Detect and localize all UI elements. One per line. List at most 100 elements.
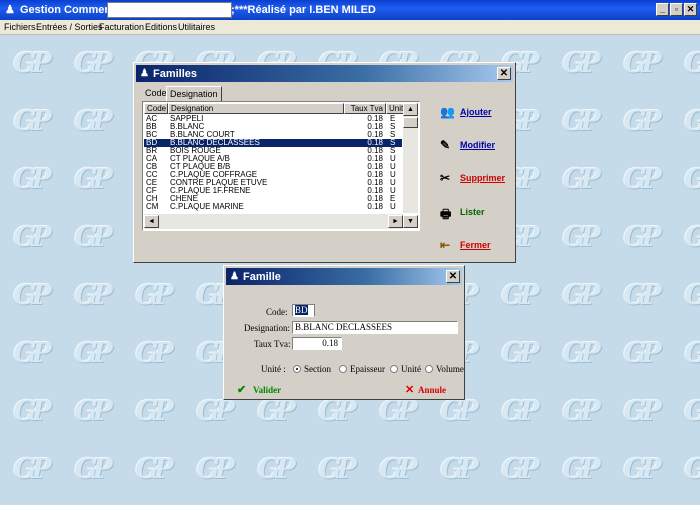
- desktop-tile: GP: [196, 454, 234, 485]
- desktop-tile: GP: [562, 454, 600, 485]
- desktop-tile: GP: [623, 280, 661, 311]
- familles-title-bar: ♟ Familles ✕: [136, 65, 513, 82]
- annule-label: Annule: [418, 385, 447, 395]
- radio-epaisseur[interactable]: [339, 365, 347, 373]
- desktop-tile: GP: [562, 106, 600, 137]
- minimize-button[interactable]: _: [656, 3, 669, 16]
- familles-window-icon: ♟: [140, 68, 149, 79]
- menu-utilitaires[interactable]: Utilitaires: [178, 22, 215, 32]
- code-value: BD: [295, 305, 308, 315]
- desktop-tile: GP: [440, 454, 478, 485]
- desktop-tile: GP: [135, 454, 173, 485]
- desktop-tile: GP: [623, 164, 661, 195]
- familles-window: ♟ Familles ✕ Code Designation Code Desig…: [133, 62, 516, 263]
- scroll-thumb[interactable]: [403, 117, 418, 128]
- taux-tva-field[interactable]: 0.18: [292, 337, 342, 350]
- desktop-tile: GP: [678, 218, 700, 258]
- desktop-tile: GP: [678, 160, 700, 200]
- radio-unite-label: Unité: [401, 364, 421, 374]
- valider-label: Valider: [253, 385, 282, 395]
- fermer-label: Fermer: [460, 240, 491, 250]
- title-blank-field: [107, 2, 232, 18]
- desktop-tile: GP: [678, 102, 700, 142]
- radio-volume[interactable]: [425, 365, 433, 373]
- desktop-tile: GP: [678, 44, 700, 84]
- vertical-scrollbar[interactable]: ▲: [403, 103, 418, 213]
- desktop-tile: GP: [74, 338, 112, 369]
- menu-entrees-sorties[interactable]: Entrées / Sorties: [36, 22, 103, 32]
- cell-tva: 0.18: [367, 202, 383, 211]
- designation-label: Designation:: [244, 323, 290, 333]
- modifier-label: Modifier: [460, 140, 495, 150]
- desktop-tile: GP: [623, 454, 661, 485]
- desktop-tile: GP: [135, 338, 173, 369]
- radio-unite[interactable]: [390, 365, 398, 373]
- famille-window-icon: ♟: [230, 271, 239, 282]
- desktop-tile: GP: [379, 454, 417, 485]
- desktop-tile: GP: [678, 392, 700, 432]
- cell-designation: C.PLAQUE MARINE: [170, 202, 244, 211]
- taux-tva-label: Taux Tva:: [254, 339, 291, 349]
- scroll-down-button[interactable]: ▼: [403, 215, 418, 228]
- supprimer-label: Supprimer: [460, 173, 506, 183]
- desktop-tile: GP: [13, 396, 51, 427]
- code-label: Code:: [266, 307, 288, 317]
- desktop-tile: GP: [13, 48, 51, 79]
- add-users-icon: 👥: [440, 105, 455, 119]
- menu-bar: Fichiers Entrées / Sorties Facturation E…: [0, 20, 700, 35]
- menu-facturation[interactable]: Facturation: [99, 22, 144, 32]
- menu-fichiers[interactable]: Fichiers: [4, 22, 36, 32]
- table-row[interactable]: CM C.PLAQUE MARINE 0.18 U: [144, 203, 402, 211]
- familles-title: Familles: [153, 68, 198, 80]
- column-header-unite[interactable]: Unite: [386, 103, 404, 114]
- radio-volume-label: Volume: [436, 364, 464, 374]
- exit-door-icon: ⇤: [440, 238, 451, 252]
- desktop-tile: GP: [678, 276, 700, 316]
- lister-label: Lister: [460, 207, 485, 217]
- code-field[interactable]: BD: [292, 304, 315, 317]
- desktop-tile: GP: [74, 48, 112, 79]
- horizontal-scrollbar[interactable]: ◄ ►: [144, 214, 403, 229]
- desktop-tile: GP: [74, 222, 112, 253]
- column-header-taux-tva[interactable]: Taux Tva: [344, 103, 386, 114]
- familles-close-button[interactable]: ✕: [497, 67, 511, 80]
- column-header-code[interactable]: Code: [144, 103, 168, 114]
- restore-button[interactable]: ▫: [670, 3, 683, 16]
- desktop-tile: GP: [74, 164, 112, 195]
- desktop-tile: GP: [678, 450, 700, 490]
- familles-grid[interactable]: Code Designation Taux Tva Unite ACSAPPEL…: [142, 101, 420, 231]
- desktop-tile: GP: [623, 48, 661, 79]
- x-icon: ✕: [405, 384, 415, 396]
- desktop-tile: GP: [501, 454, 539, 485]
- unite-label: Unité :: [261, 364, 286, 374]
- desktop-tile: GP: [562, 48, 600, 79]
- check-icon: ✔: [237, 384, 247, 396]
- desktop-tile: GP: [318, 454, 356, 485]
- cell-unite: U: [390, 202, 396, 211]
- ajouter-label: Ajouter: [460, 107, 492, 117]
- desktop-tile: GP: [501, 280, 539, 311]
- column-header-designation[interactable]: Designation: [168, 103, 344, 114]
- desktop-tile: GP: [74, 106, 112, 137]
- scroll-right-button[interactable]: ►: [388, 215, 403, 228]
- desktop-tile: GP: [13, 106, 51, 137]
- famille-title: Famille: [243, 271, 281, 283]
- desktop-tile: GP: [501, 396, 539, 427]
- cell-code: CM: [146, 202, 159, 211]
- scroll-left-button[interactable]: ◄: [144, 215, 159, 228]
- app-close-button[interactable]: ✕: [684, 3, 697, 16]
- desktop-tile: GP: [13, 222, 51, 253]
- desktop-tile: GP: [135, 280, 173, 311]
- desktop-tile: GP: [501, 338, 539, 369]
- desktop-tile: GP: [562, 396, 600, 427]
- desktop-tile: GP: [257, 454, 295, 485]
- designation-field[interactable]: B.BLANC DECLASSEES: [292, 321, 458, 334]
- desktop-tile: GP: [623, 396, 661, 427]
- menu-editions[interactable]: Editions: [145, 22, 177, 32]
- tab-designation[interactable]: Designation: [166, 86, 222, 101]
- app-credit: ;***Réalisé par I.BEN MILED: [231, 4, 376, 16]
- radio-section[interactable]: [293, 365, 301, 373]
- famille-close-button[interactable]: ✕: [446, 270, 460, 283]
- scroll-up-button[interactable]: ▲: [403, 103, 418, 116]
- scissors-icon: ✂: [440, 171, 451, 185]
